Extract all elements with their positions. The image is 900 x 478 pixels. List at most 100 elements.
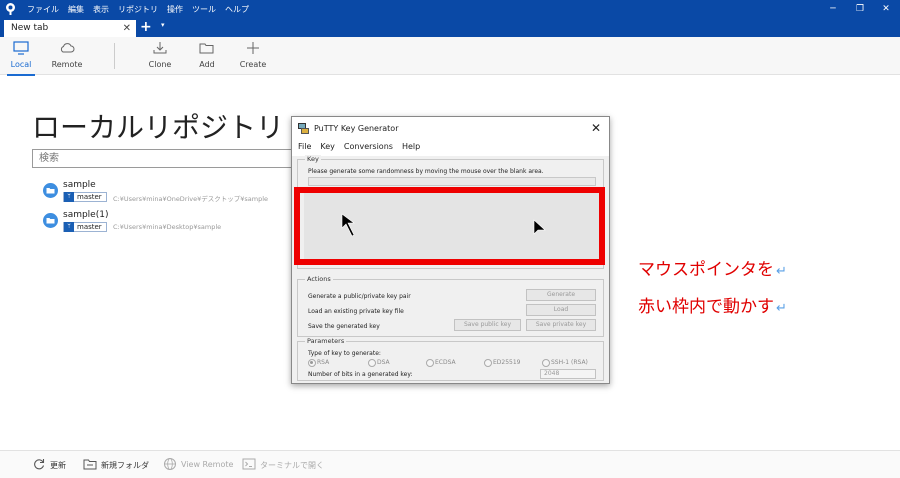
annotation-line-1: マウスポインタを ↵: [638, 255, 787, 280]
tab-dropdown-icon[interactable]: ▾: [161, 21, 165, 29]
return-mark-icon: ↵: [776, 301, 787, 316]
restore-icon[interactable]: ❐: [853, 2, 867, 16]
key-type-label: Type of key to generate:: [308, 350, 381, 357]
generate-button[interactable]: Generate: [526, 289, 596, 301]
new-folder-button[interactable]: 新規フォルダ: [83, 459, 149, 471]
cloud-icon: [60, 43, 75, 53]
create-label: Create: [239, 60, 267, 69]
search-input[interactable]: [32, 149, 302, 168]
putty-menu-help[interactable]: Help: [402, 141, 420, 156]
actions-group: Actions Generate a public/private key pa…: [297, 275, 604, 337]
branch-label: master: [77, 193, 102, 201]
remote-button[interactable]: Remote: [47, 41, 87, 69]
return-mark-icon: ↵: [776, 264, 787, 279]
menu-item-help[interactable]: ヘルプ: [225, 4, 249, 15]
minimize-icon[interactable]: ─: [826, 2, 840, 16]
open-terminal-label: ターミナルで開く: [260, 461, 324, 470]
branch-label: master: [77, 223, 102, 231]
radio-ssh1-rsa[interactable]: SSH-1 (RSA): [542, 359, 588, 367]
branch-icon: ᛘ: [64, 222, 74, 232]
new-folder-icon: [83, 459, 97, 470]
title-bar: ファイル 編集 表示 リポジトリ 操作 ツール ヘルプ ─ ❐ ✕: [0, 0, 900, 18]
tab-label: New tab: [11, 23, 49, 33]
menu-item-edit[interactable]: 編集: [68, 4, 84, 15]
repo-path: C:¥Users¥mina¥Desktop¥sample: [113, 223, 222, 231]
folder-icon: [43, 183, 58, 198]
load-label: Load an existing private key file: [308, 308, 404, 315]
toolbar-divider: [114, 43, 115, 69]
load-button[interactable]: Load: [526, 304, 596, 316]
refresh-icon: [34, 459, 45, 470]
local-button[interactable]: Local: [1, 41, 41, 76]
branch-badge: ᛘ master: [63, 222, 107, 232]
bits-input[interactable]: 2048: [540, 369, 596, 379]
putty-menu-key[interactable]: Key: [320, 141, 335, 156]
parameters-group-label: Parameters: [305, 337, 347, 345]
menu-bar: ファイル 編集 表示 リポジトリ 操作 ツール ヘルプ: [27, 4, 249, 15]
save-public-key-button[interactable]: Save public key: [454, 319, 521, 331]
page-title: ローカルリポジトリ: [32, 111, 285, 144]
open-terminal-button[interactable]: ターミナルで開く: [242, 458, 324, 471]
menu-item-file[interactable]: ファイル: [27, 4, 59, 15]
repo-path: C:¥Users¥mina¥OneDrive¥デスクトップ¥sample: [113, 195, 269, 203]
annotation-text-1: マウスポインタを: [638, 260, 774, 280]
annotation-text-2: 赤い枠内で動かす: [638, 297, 774, 317]
putty-close-icon[interactable]: ✕: [591, 121, 601, 135]
menu-item-actions[interactable]: 操作: [167, 4, 183, 15]
radio-ed25519[interactable]: ED25519: [484, 359, 521, 367]
bits-label: Number of bits in a generated key:: [308, 371, 413, 378]
putty-menu-bar: File Key Conversions Help: [292, 141, 609, 156]
radio-rsa[interactable]: RSA: [308, 359, 329, 367]
remote-label: Remote: [51, 60, 83, 69]
add-tab-button[interactable]: +: [140, 19, 152, 35]
refresh-button[interactable]: 更新: [32, 459, 66, 471]
menu-item-view[interactable]: 表示: [93, 4, 109, 15]
repo-name: sample: [63, 180, 96, 190]
clone-button[interactable]: Clone: [140, 41, 180, 69]
key-hint-text: Please generate some randomness by movin…: [308, 168, 544, 175]
putty-menu-conversions[interactable]: Conversions: [344, 141, 393, 156]
branch-badge: ᛘ master: [63, 192, 107, 202]
tab-close-icon[interactable]: ✕: [123, 20, 131, 37]
add-label: Add: [199, 60, 215, 69]
radio-ecdsa[interactable]: ECDSA: [426, 359, 456, 367]
download-icon: [153, 42, 167, 54]
folder-icon: [43, 213, 58, 228]
putty-app-icon: [298, 123, 309, 134]
terminal-icon: [242, 458, 256, 470]
bottom-toolbar: 更新 新規フォルダ View Remote ターミナルで開く: [0, 450, 900, 478]
folder-open-icon: [199, 43, 214, 54]
parameters-group: Parameters Type of key to generate: RSA …: [297, 337, 604, 381]
putty-menu-file[interactable]: File: [298, 141, 311, 156]
view-remote-button[interactable]: View Remote: [163, 458, 234, 470]
save-private-key-button[interactable]: Save private key: [526, 319, 596, 331]
local-label: Local: [10, 60, 32, 69]
radio-dsa[interactable]: DSA: [368, 359, 390, 367]
key-group-label: Key: [305, 155, 321, 163]
refresh-label: 更新: [50, 461, 66, 470]
new-folder-label: 新規フォルダ: [101, 461, 149, 470]
putty-title-bar: PuTTY Key Generator ✕: [292, 117, 609, 141]
mouse-pointer-icon: [341, 213, 355, 237]
globe-icon: [164, 458, 176, 470]
main-toolbar: Local Remote Clone Add Create: [0, 37, 900, 76]
annotation-line-2: 赤い枠内で動かす ↵: [638, 292, 787, 317]
actions-group-label: Actions: [305, 275, 333, 283]
create-button[interactable]: Create: [233, 41, 273, 69]
menu-item-tools[interactable]: ツール: [192, 4, 216, 15]
mouse-pointer-icon: [533, 219, 546, 235]
add-button[interactable]: Add: [187, 41, 227, 69]
clone-label: Clone: [148, 60, 172, 69]
tab-new-tab[interactable]: New tab ✕: [4, 20, 136, 37]
menu-item-repository[interactable]: リポジトリ: [118, 4, 158, 15]
app-logo-icon: [6, 3, 15, 15]
save-label: Save the generated key: [308, 323, 380, 330]
putty-title: PuTTY Key Generator: [314, 124, 399, 133]
view-remote-label: View Remote: [181, 460, 234, 469]
progress-bar: [308, 177, 596, 186]
close-icon[interactable]: ✕: [879, 2, 893, 16]
repo-name: sample(1): [63, 210, 109, 220]
monitor-icon: [13, 41, 29, 55]
generate-label: Generate a public/private key pair: [308, 293, 411, 300]
tab-bar: New tab ✕ + ▾: [0, 18, 900, 37]
